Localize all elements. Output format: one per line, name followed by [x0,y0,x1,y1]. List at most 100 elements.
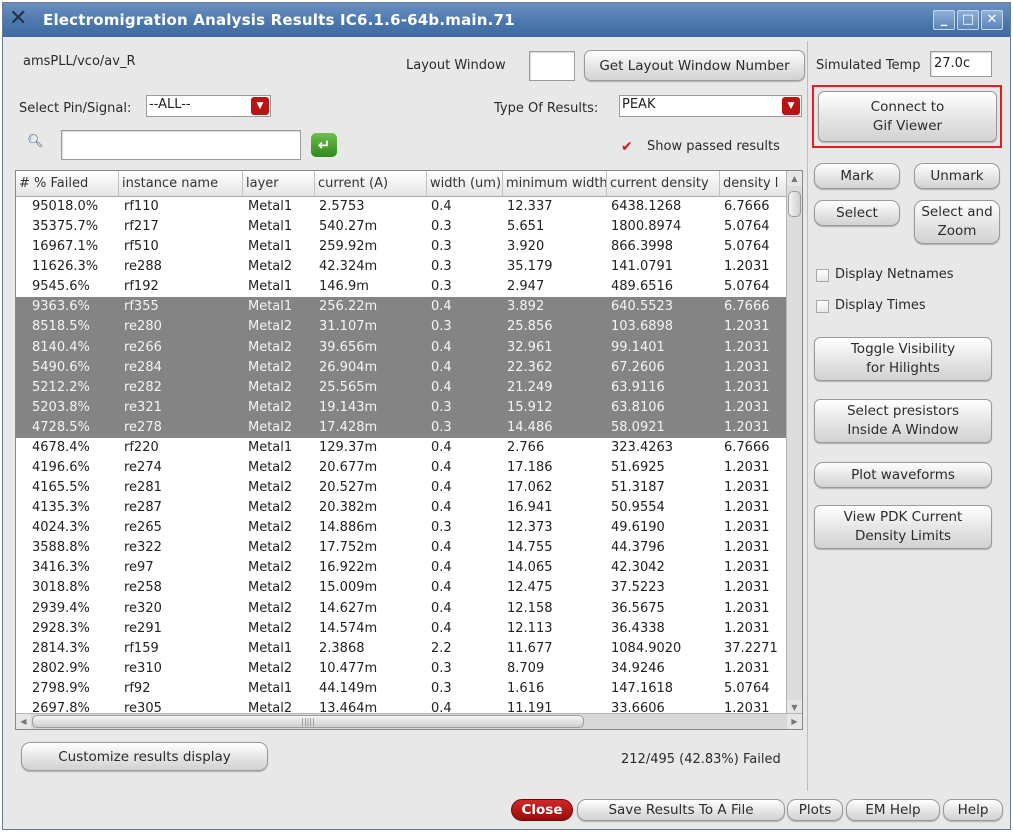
select-pin-combo[interactable]: --ALL-- ▼ [146,95,271,117]
customize-results-button[interactable]: Customize results display [21,742,268,771]
column-header[interactable]: minimum width [503,171,607,197]
save-results-button[interactable]: Save Results To A File [577,799,785,821]
table-cell: 0.3 [431,279,452,295]
table-row[interactable]: 9363.6% rf355 Metal1 256.22m 0.4 3.892 640.552… [16,297,788,318]
get-layout-window-button[interactable]: Get Layout Window Number [584,50,805,81]
table-cell: 14.627m [319,600,378,616]
select-button[interactable]: Select [814,200,900,226]
search-input[interactable] [61,130,301,160]
table-cell: 9545.6% [32,279,90,295]
table-row[interactable]: 35375.7% rf217 Metal1 540.27m 0.3 5.651 1800.8… [16,217,788,237]
table-row[interactable]: 4135.3% re287 Metal2 20.382m 0.4 16.941 50.955… [16,498,788,518]
title-bar[interactable]: ✕ Electromigration Analysis Results IC6.… [3,3,1010,37]
table-row[interactable]: 2814.3% rf159 Metal1 2.3868 2.2 11.677 1084.90… [16,639,788,659]
column-header[interactable]: layer [243,171,315,197]
unmark-button[interactable]: Unmark [914,163,1000,189]
scroll-left-icon[interactable]: ◀ [16,714,31,729]
enter-arrow-icon[interactable]: ↵ [311,133,337,157]
maximize-icon[interactable]: □ [957,10,979,30]
column-header[interactable]: instance name [119,171,243,197]
panel-divider [807,41,808,791]
table-cell: 1.2031 [724,660,770,676]
table-cell: 1.2031 [724,580,770,596]
horizontal-scroll-thumb[interactable]: ||||| [32,715,584,728]
column-header[interactable]: current density [607,171,720,197]
select-presistors-button[interactable]: Select presistors Inside A Window [814,399,992,443]
plots-button[interactable]: Plots [787,799,843,821]
table-row[interactable]: 4165.5% re281 Metal2 20.527m 0.4 17.062 51.318… [16,478,788,498]
help-button[interactable]: Help [943,799,1003,821]
sim-temp-label: Simulated Temp [816,58,921,73]
type-of-results-combo[interactable]: PEAK ▼ [619,95,802,117]
table-cell: re288 [124,259,162,275]
column-header[interactable]: current (A) [315,171,427,197]
vertical-scroll-thumb[interactable] [788,191,801,217]
table-cell: 14.486 [507,419,553,435]
table-row[interactable]: 5490.6% re284 Metal2 26.904m 0.4 22.362 67.260… [16,357,788,378]
table-row[interactable]: 4196.6% re274 Metal2 20.677m 0.4 17.186 51.692… [16,458,788,478]
display-times-checkbox[interactable] [816,300,829,313]
table-cell: 12.373 [507,520,553,536]
display-netnames-checkbox[interactable] [816,269,829,282]
layout-window-field[interactable] [529,51,575,81]
mark-button[interactable]: Mark [814,163,900,189]
table-row[interactable]: 8140.4% re266 Metal2 39.656m 0.4 32.961 99.140… [16,337,788,358]
horizontal-scrollbar[interactable]: ◀ ||||| ▶ [16,713,802,729]
vertical-scrollbar[interactable]: ▲ ▼ [786,171,802,715]
column-header[interactable]: # % Failed [16,171,119,197]
select-and-zoom-button[interactable]: Select and Zoom [914,200,1000,244]
connect-gif-viewer-button[interactable]: Connect to Gif Viewer [818,91,997,142]
table-row[interactable]: 2928.3% re291 Metal2 14.574m 0.4 12.113 36.433… [16,619,788,639]
table-cell: 95018.0% [32,199,99,214]
minimize-icon[interactable]: _ [933,10,955,30]
scroll-up-icon[interactable]: ▲ [787,171,802,186]
table-cell: Metal1 [248,279,293,295]
table-row[interactable]: 3018.8% re258 Metal2 15.009m 0.4 12.475 37.522… [16,578,788,598]
table-row[interactable]: 3588.8% re322 Metal2 17.752m 0.4 14.755 44.379… [16,538,788,558]
em-help-button[interactable]: EM Help [846,799,940,821]
table-cell: Metal2 [248,480,293,496]
column-header[interactable]: width (um) [427,171,503,197]
table-row[interactable]: 11626.3% re288 Metal2 42.324m 0.3 35.179 141.0… [16,257,788,277]
table-cell: 11626.3% [32,259,99,275]
plot-waveforms-button[interactable]: Plot waveforms [814,462,992,488]
table-row[interactable]: 4678.4% rf220 Metal1 129.37m 0.4 2.766 323.426… [16,438,788,458]
layout-window-label: Layout Window [406,58,506,73]
toggle-visibility-button[interactable]: Toggle Visibility for Hilights [814,337,992,381]
table-cell: 6438.1268 [611,199,682,214]
table-row[interactable]: 3416.3% re97 Metal2 16.922m 0.4 14.065 42.3042… [16,558,788,578]
table-cell: Metal1 [248,640,293,656]
table-row[interactable]: 5212.2% re282 Metal2 25.565m 0.4 21.249 63.911… [16,377,788,398]
table-cell: Metal2 [248,359,293,375]
table-row[interactable]: 4024.3% re265 Metal2 14.886m 0.3 12.373 49.619… [16,518,788,538]
table-cell: 39.656m [319,339,378,355]
table-row[interactable]: 16967.1% rf510 Metal1 259.92m 0.3 3.920 866.39… [16,237,788,257]
display-times-label: Display Times [835,298,926,313]
sim-temp-field[interactable]: 27.0c [930,51,992,77]
table-cell: 63.8106 [611,399,665,415]
table-row[interactable]: 4728.5% re278 Metal2 17.428m 0.3 14.486 58.092… [16,417,788,438]
table-row[interactable]: 5203.8% re321 Metal2 19.143m 0.3 15.912 63.810… [16,397,788,418]
table-cell: 6.7666 [724,439,770,455]
table-row[interactable]: 2939.4% re320 Metal2 14.627m 0.4 12.158 36.567… [16,599,788,619]
table-row[interactable]: 8518.5% re280 Metal2 31.107m 0.3 25.856 103.68… [16,317,788,338]
table-cell: Metal2 [248,379,293,395]
column-header[interactable]: density l [720,171,788,197]
pdk-line1: View PDK Current [843,509,963,525]
table-row[interactable]: 2802.9% re310 Metal2 10.477m 0.3 8.709 34.9246… [16,659,788,679]
table-cell: 0.4 [431,500,452,516]
table-cell: Metal2 [248,540,293,556]
scroll-right-icon[interactable]: ▶ [787,714,802,729]
close-button[interactable]: Close [511,799,573,821]
close-icon[interactable]: ✕ [981,10,1003,30]
table-cell: re320 [124,600,162,616]
table-cell: 3018.8% [32,580,90,596]
table-row[interactable]: 9545.6% rf192 Metal1 146.9m 0.3 2.947 489.6516… [16,277,788,297]
view-pdk-limits-button[interactable]: View PDK Current Density Limits [814,505,992,549]
table-cell: 129.37m [319,439,378,455]
show-passed-checkbox[interactable]: ✔ [621,139,633,155]
table-cell: 51.6925 [611,460,665,476]
table-row[interactable]: 2798.9% rf92 Metal1 44.149m 0.3 1.616 147.1618… [16,679,788,699]
connect-gif-viewer-line2: Gif Viewer [872,117,943,134]
table-row[interactable]: 95018.0% rf110 Metal1 2.5753 0.4 12.337 6438.1… [16,197,788,217]
